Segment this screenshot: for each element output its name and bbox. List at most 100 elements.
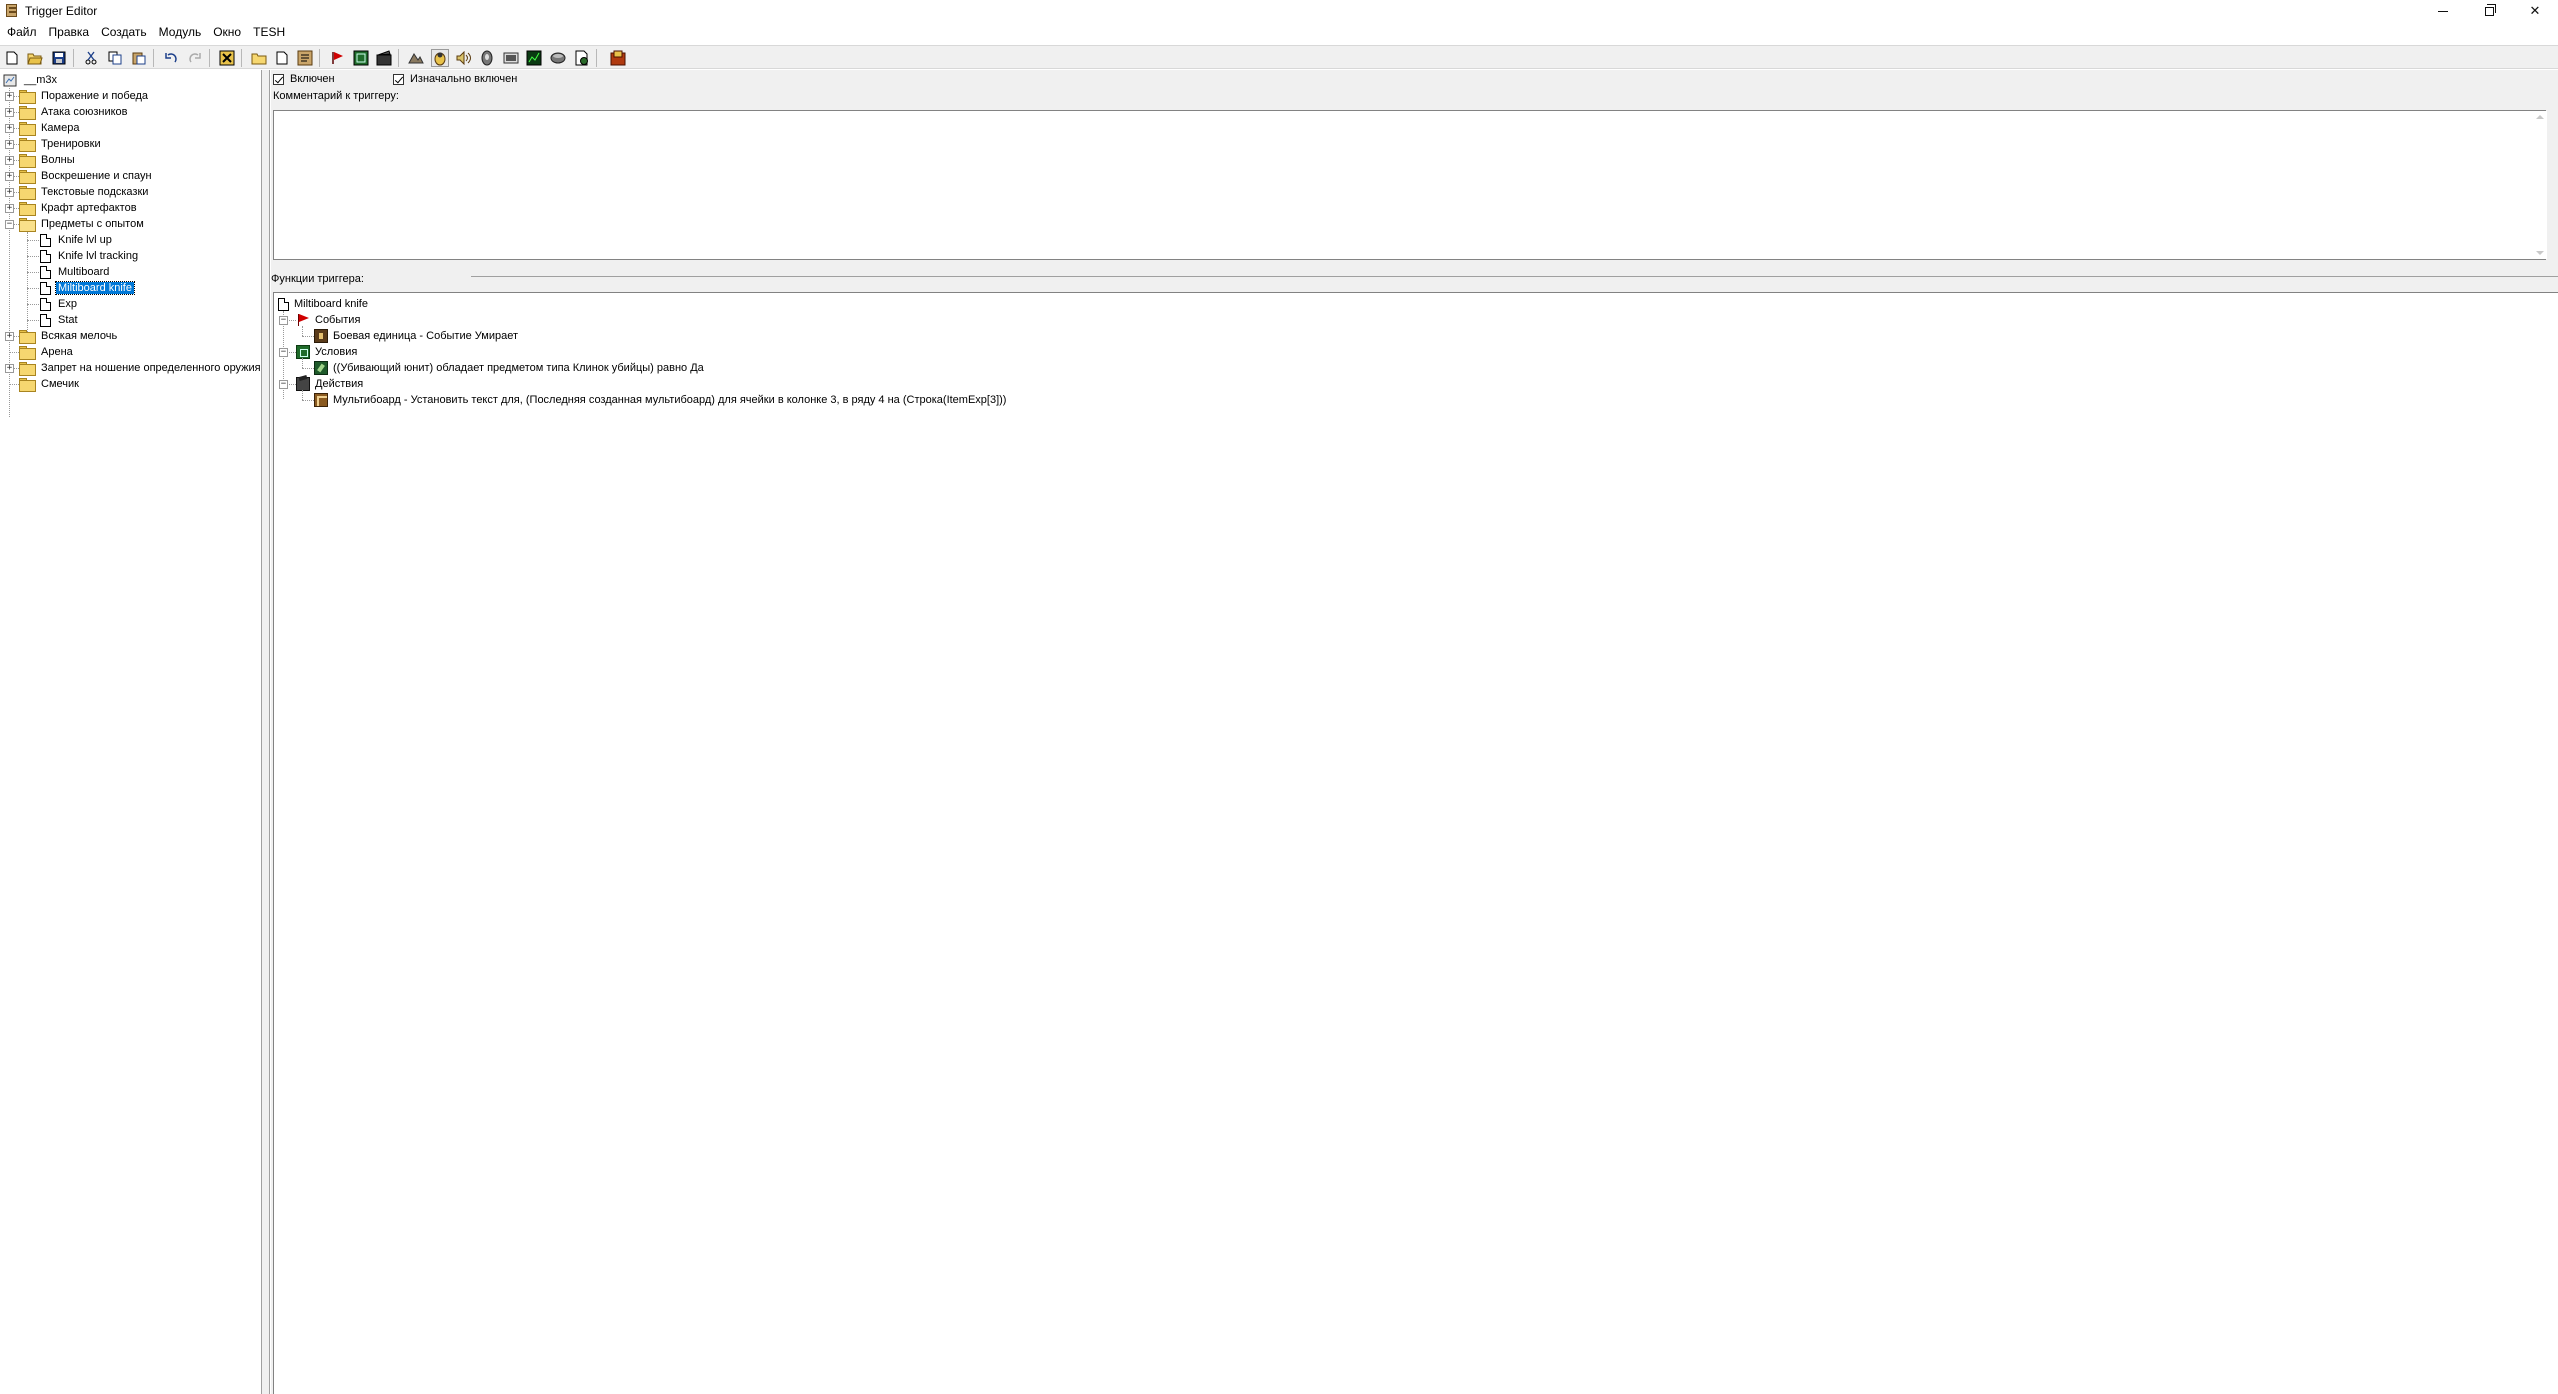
- save-button[interactable]: [50, 49, 68, 67]
- menu-file[interactable]: Файл: [0, 22, 43, 42]
- expand-toggle[interactable]: +: [5, 124, 14, 133]
- minimize-icon: [2438, 10, 2448, 12]
- collapse-toggle[interactable]: −: [279, 316, 288, 325]
- minimize-button[interactable]: [2420, 0, 2466, 22]
- collapse-toggle[interactable]: −: [279, 380, 288, 389]
- expand-toggle[interactable]: +: [5, 204, 14, 213]
- tree-folder[interactable]: Арена: [19, 344, 75, 360]
- tree-root[interactable]: __m3x: [3, 72, 59, 88]
- comment-scrollbar[interactable]: [2533, 111, 2547, 259]
- tree-trigger[interactable]: Multiboard: [40, 264, 111, 280]
- new-action-button[interactable]: [375, 49, 393, 67]
- tree-trigger-selected[interactable]: Miltiboard knife: [40, 280, 135, 296]
- tree-folder[interactable]: Воскрешение и спаун: [19, 168, 154, 184]
- checkbox-checked-icon: [273, 73, 284, 85]
- checkbox-checked-icon: [393, 73, 404, 85]
- functions-tree: Miltiboard knife − События Боевая единиц…: [273, 292, 2558, 1394]
- folder-label: Текстовые подсказки: [41, 186, 149, 198]
- tree-folder[interactable]: Текстовые подсказки: [19, 184, 150, 200]
- terrain-editor-button[interactable]: [407, 49, 425, 67]
- menu-edit[interactable]: Правка: [43, 22, 96, 42]
- new-condition-button[interactable]: [352, 49, 370, 67]
- folder-label: Атака союзников: [41, 106, 128, 118]
- copy-button[interactable]: [106, 49, 124, 67]
- new-comment-button[interactable]: [296, 49, 314, 67]
- function-trigger-name[interactable]: Miltiboard knife: [278, 296, 368, 312]
- expand-toggle[interactable]: +: [5, 108, 14, 117]
- new-event-button[interactable]: [328, 49, 346, 67]
- initially-on-checkbox[interactable]: Изначально включен: [393, 73, 517, 85]
- ai-editor-button[interactable]: [525, 49, 543, 67]
- tree-folder[interactable]: Атака союзников: [19, 104, 130, 120]
- condition-item[interactable]: ((Убивающий юнит) обладает предметом тип…: [314, 360, 704, 376]
- tree-folder[interactable]: Поражение и победа: [19, 88, 150, 104]
- expand-toggle[interactable]: +: [5, 140, 14, 149]
- unit-icon: [314, 329, 328, 343]
- tree-folder[interactable]: Тренировки: [19, 136, 103, 152]
- expand-toggle[interactable]: +: [5, 92, 14, 101]
- object-editor-button[interactable]: [478, 49, 496, 67]
- tree-trigger[interactable]: Stat: [40, 312, 80, 328]
- panel-splitter[interactable]: [262, 70, 270, 1394]
- delete-button[interactable]: [218, 49, 236, 67]
- test-map-button[interactable]: [573, 49, 591, 67]
- menu-new[interactable]: Создать: [95, 22, 153, 42]
- unit-editor-button[interactable]: [431, 49, 449, 67]
- tree-folder[interactable]: Волны: [19, 152, 77, 168]
- collapse-toggle[interactable]: −: [5, 220, 14, 229]
- tree-folder[interactable]: Запрет на ношение определенного оружия: [19, 360, 263, 376]
- comment-textarea[interactable]: [273, 110, 2546, 260]
- event-item[interactable]: Боевая единица - Событие Умирает: [314, 328, 518, 344]
- sound-editor-button[interactable]: [455, 49, 473, 67]
- open-icon: [27, 53, 43, 65]
- expand-toggle[interactable]: +: [5, 156, 14, 165]
- restore-icon: [2484, 3, 2496, 16]
- redo-icon: [189, 53, 201, 63]
- tesh-button[interactable]: [609, 49, 627, 67]
- events-node[interactable]: События: [296, 312, 360, 328]
- terrain-editor-icon: [408, 53, 424, 64]
- restore-button[interactable]: [2466, 0, 2512, 22]
- tree-folder[interactable]: Крафт артефактов: [19, 200, 139, 216]
- cut-button[interactable]: [82, 49, 100, 67]
- menu-window[interactable]: Окно: [207, 22, 247, 42]
- enabled-checkbox[interactable]: Включен: [273, 73, 335, 85]
- new-trigger-button[interactable]: [273, 49, 291, 67]
- close-icon: ✕: [2529, 3, 2541, 18]
- tree-trigger[interactable]: Knife lvl up: [40, 232, 114, 248]
- open-button[interactable]: [26, 49, 44, 67]
- trigger-properties-panel: Включен Изначально включен Комментарий к…: [271, 70, 2558, 1394]
- folder-icon: [19, 378, 36, 392]
- tree-trigger[interactable]: Knife lvl tracking: [40, 248, 140, 264]
- trigger-icon: [40, 233, 51, 247]
- folder-label: Воскрешение и спаун: [41, 170, 152, 182]
- campaign-editor-button[interactable]: [502, 49, 520, 67]
- tree-folder-open[interactable]: Предметы с опытом: [19, 216, 146, 232]
- action-icon: [296, 377, 310, 391]
- import-manager-button[interactable]: [549, 49, 567, 67]
- paste-button[interactable]: [130, 49, 148, 67]
- expand-toggle[interactable]: +: [5, 364, 14, 373]
- new-category-button[interactable]: [250, 49, 268, 67]
- expand-toggle[interactable]: +: [5, 188, 14, 197]
- actions-node[interactable]: Действия: [296, 376, 363, 392]
- toolbar: [0, 45, 2558, 69]
- tree-folder[interactable]: Камера: [19, 120, 81, 136]
- tree-folder[interactable]: Смечик: [19, 376, 81, 392]
- menu-tesh[interactable]: TESH: [247, 22, 291, 42]
- collapse-toggle[interactable]: −: [279, 348, 288, 357]
- action-item[interactable]: Мультибоард - Установить текст для, (Пос…: [314, 392, 1006, 408]
- redo-button[interactable]: [186, 49, 204, 67]
- functions-divider: [471, 276, 2558, 277]
- tree-trigger[interactable]: Exp: [40, 296, 79, 312]
- new-button[interactable]: [3, 49, 21, 67]
- tree-folder[interactable]: Всякая мелочь: [19, 328, 119, 344]
- conditions-node[interactable]: Условия: [296, 344, 357, 360]
- expand-toggle[interactable]: +: [5, 172, 14, 181]
- new-comment-icon: [297, 50, 313, 66]
- close-button[interactable]: ✕: [2512, 0, 2558, 22]
- menu-module[interactable]: Модуль: [153, 22, 208, 42]
- expand-toggle[interactable]: +: [5, 332, 14, 341]
- trigger-name-label: Miltiboard knife: [294, 298, 368, 310]
- undo-button[interactable]: [162, 49, 180, 67]
